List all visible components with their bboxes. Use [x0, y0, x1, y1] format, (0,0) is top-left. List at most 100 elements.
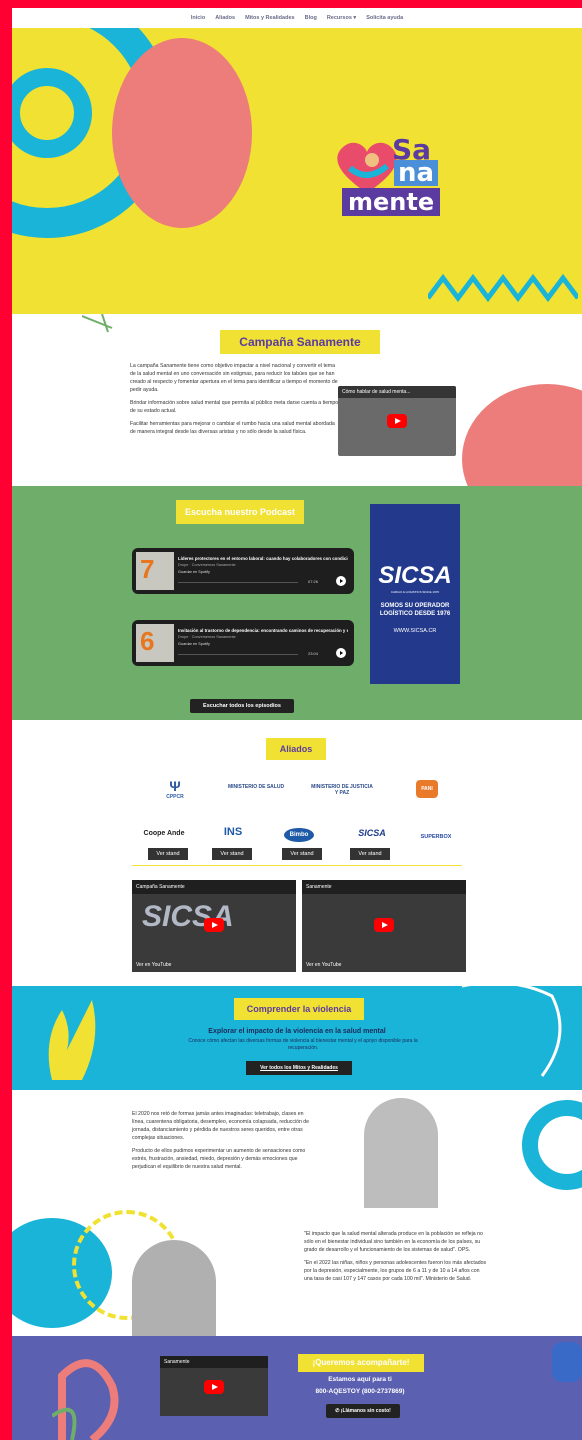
episode-progress[interactable] [178, 654, 298, 655]
campaign-paragraph: La campaña Sanamente tiene como objetivo… [130, 363, 338, 393]
allies-section: Aliados Ψ CPPCR MINISTERIO DE SALUD MINIS… [12, 720, 582, 986]
decor-pink-blob [112, 38, 252, 228]
episode-show: Drupe · Conversemos Sanamente [178, 563, 236, 567]
violence-section: Comprender la violencia Explorar el impa… [12, 986, 582, 1090]
hero-banner: Sa na mente [12, 28, 582, 314]
ver-stand-button[interactable]: Ver stand [212, 848, 252, 860]
page: Inicio Aliados Mitos y Realidades Blog R… [12, 8, 582, 1440]
ally-logo-ins[interactable]: INS [218, 826, 248, 838]
youtube-play-icon[interactable] [204, 918, 224, 932]
ally-logo-cppcr[interactable]: Ψ CPPCR [162, 778, 188, 800]
all-episodes-button[interactable]: Escuchar todos los episodios [190, 699, 294, 713]
video-title: Sanamente [302, 880, 466, 894]
decor-blue-shape [552, 1342, 582, 1382]
contact-video[interactable]: Sanamente [160, 1356, 268, 1416]
ad-tagline: CARGO & LOGISTICS SINCE 1976 [390, 590, 440, 594]
violence-heading: Explorar el impacto de la violencia en l… [208, 1028, 386, 1035]
violence-text: Conoce cómo afectan las diversas formas … [188, 1038, 418, 1051]
mitos-realidades-button[interactable]: Ver todos los Mitos y Realidades [246, 1061, 352, 1075]
sicsa-ad-banner[interactable]: SICSA CARGO & LOGISTICS SINCE 1976 SOMOS… [370, 504, 460, 684]
decor-lines [82, 314, 113, 333]
video-title: Cómo hablar de salud menta... [338, 386, 456, 398]
ally-logo-superbox[interactable]: SUPERBOX [414, 834, 458, 840]
logo-word-na: na [394, 160, 439, 186]
youtube-play-icon[interactable] [204, 1380, 224, 1394]
nav-item-mitos[interactable]: Mitos y Realidades [245, 15, 295, 21]
episode-title: Líderes protectores en el entorno labora… [178, 556, 348, 561]
contact-phone: 800-AQESTOY (800-2737869) [315, 1388, 405, 1395]
play-button[interactable] [336, 576, 346, 586]
ally-logo-bimbo[interactable]: Bimbo [284, 828, 314, 842]
decor-zigzag [428, 273, 578, 303]
context-section: El 2020 nos retó de formas jamás antes i… [12, 1090, 582, 1336]
video-title: Campaña Sanamente [132, 880, 296, 894]
top-nav: Inicio Aliados Mitos y Realidades Blog R… [12, 8, 582, 28]
decor-ring [522, 1100, 582, 1190]
podcast-title: Escucha nuestro Podcast [176, 500, 304, 524]
context-paragraph: El 2020 nos retó de formas jamás antes i… [132, 1111, 310, 1141]
episode-progress[interactable] [178, 582, 298, 583]
podcast-section: Escucha nuestro Podcast 7 Líderes protec… [12, 486, 582, 720]
nav-item-blog[interactable]: Blog [305, 15, 317, 21]
youtube-play-icon[interactable] [387, 414, 407, 428]
context-text-right: "El impacto que la salud mental alterada… [304, 1230, 488, 1288]
contact-section: Sanamente ¡Queremos acompañarte! Estamos… [12, 1336, 582, 1440]
nav-item-aliados[interactable]: Aliados [215, 15, 235, 21]
decor-pink-blob [462, 384, 582, 486]
campaign-video[interactable]: Cómo hablar de salud menta... [338, 386, 456, 456]
episode-title: Invitación al trastorno de dependencia: … [178, 628, 348, 633]
ver-stand-button[interactable]: Ver stand [282, 848, 322, 860]
episode-cover: 6 [136, 624, 174, 662]
decor-scribble [52, 1359, 119, 1440]
ally-logo-ministerio-justicia[interactable]: MINISTERIO DE JUSTICIA Y PAZ [310, 784, 374, 796]
call-free-button[interactable]: ✆ ¡Llámanos sin costo! [326, 1404, 400, 1418]
allies-video-1[interactable]: SICSA Campaña Sanamente Ver en YouTube [132, 880, 296, 972]
contact-heading: ¡Queremos acompañarte! [298, 1354, 424, 1372]
allies-video-2[interactable]: Sanamente Ver en YouTube [302, 880, 466, 972]
ver-stand-button[interactable]: Ver stand [148, 848, 188, 860]
save-spotify-link[interactable]: Guardar en Spotify [178, 570, 210, 574]
episode-cover: 7 [136, 552, 174, 590]
allies-title: Aliados [266, 738, 326, 760]
campaign-title: Campaña Sanamente [220, 330, 380, 354]
podcast-episode-card[interactable]: 6 Invitación al trastorno de dependencia… [132, 620, 354, 666]
ally-logo-sicsa[interactable]: SICSA [352, 828, 392, 838]
episode-duration: 23:04 [308, 651, 319, 656]
allies-divider [132, 865, 462, 866]
context-text-left: El 2020 nos retó de formas jamás antes i… [132, 1110, 312, 1176]
ally-logo-ministerio-salud[interactable]: MINISTERIO DE SALUD [226, 784, 286, 790]
nav-item-solicita-ayuda[interactable]: Solicita ayuda [366, 15, 403, 21]
episode-show: Drupe · Conversemos Sanamente [178, 635, 236, 639]
logo-word-mente: mente [342, 188, 441, 216]
podcast-episode-card[interactable]: 7 Líderes protectores en el entorno labo… [132, 548, 354, 594]
woman-photo [364, 1098, 438, 1208]
quote-ops: "El impacto que la salud mental alterada… [304, 1231, 483, 1253]
play-button[interactable] [336, 648, 346, 658]
nav-item-inicio[interactable]: Inicio [191, 15, 205, 21]
ver-stand-button[interactable]: Ver stand [350, 848, 390, 860]
context-paragraph: Producto de ellos pudimos experimentar u… [132, 1148, 306, 1170]
decor-flame [48, 1000, 96, 1080]
campaign-text: La campaña Sanamente tiene como objetivo… [130, 362, 340, 441]
ally-logo-coope-ande[interactable]: Coope Ande [136, 830, 192, 837]
sanamente-logo: Sa na mente [332, 128, 452, 238]
nav-item-recursos[interactable]: Recursos ▾ [327, 15, 356, 21]
video-title: Sanamente [160, 1356, 268, 1368]
save-spotify-link[interactable]: Guardar en Spotify [178, 642, 210, 646]
ad-brand: SICSA [378, 562, 452, 589]
watch-on-youtube[interactable]: Ver en YouTube [136, 962, 171, 968]
youtube-play-icon[interactable] [374, 918, 394, 932]
campaign-paragraph: Brindar información sobre salud mental q… [130, 400, 339, 414]
man-photo [132, 1240, 216, 1336]
contact-line: Estamos aquí para ti [328, 1376, 392, 1383]
quote-ministerio: "En el 2022 las niñas, niños y personas … [304, 1260, 487, 1282]
campaign-section: Campaña Sanamente La campaña Sanamente t… [12, 314, 582, 486]
ad-url: WWW.SICSA.CR [393, 628, 437, 634]
ally-logo-pani[interactable]: PANI [416, 780, 438, 798]
campaign-paragraph: Facilitar herramientas para mejorar o ca… [130, 421, 335, 435]
violence-title: Comprender la violencia [234, 998, 364, 1020]
watch-on-youtube[interactable]: Ver en YouTube [306, 962, 341, 968]
ad-headline: SOMOS SU OPERADOR LOGÍSTICO DESDE 1976 [379, 603, 451, 617]
episode-duration: 07:26 [308, 579, 319, 584]
decor-scribble [462, 986, 562, 1077]
